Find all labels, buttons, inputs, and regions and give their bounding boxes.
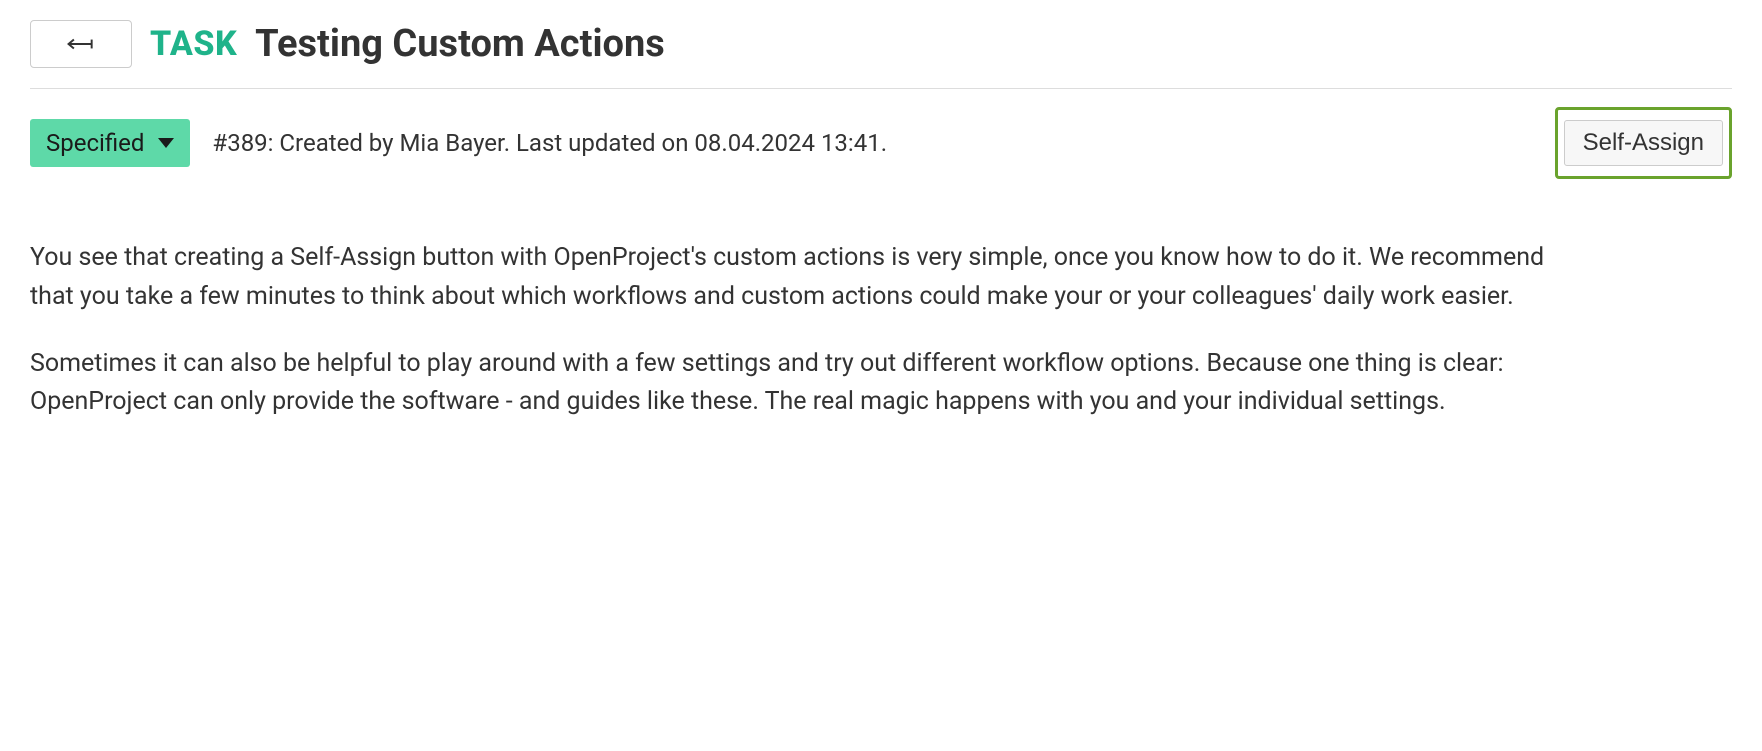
status-label: Specified xyxy=(46,129,144,157)
self-assign-highlight: Self-Assign xyxy=(1555,107,1732,179)
work-package-type-label: TASK xyxy=(150,24,237,64)
back-button[interactable] xyxy=(30,20,132,68)
description-paragraph: You see that creating a Self-Assign butt… xyxy=(30,239,1550,317)
meta-row: Specified #389: Created by Mia Bayer. La… xyxy=(30,107,1732,179)
divider xyxy=(30,88,1732,89)
self-assign-button[interactable]: Self-Assign xyxy=(1564,120,1723,166)
page-title: Testing Custom Actions xyxy=(255,22,665,66)
caret-down-icon xyxy=(158,138,174,148)
description-section: You see that creating a Self-Assign butt… xyxy=(30,239,1550,422)
back-arrow-icon xyxy=(65,35,97,53)
header-row: TASK Testing Custom Actions xyxy=(30,20,1732,68)
meta-info-text: #389: Created by Mia Bayer. Last updated… xyxy=(212,129,1532,157)
description-paragraph: Sometimes it can also be helpful to play… xyxy=(30,345,1550,423)
status-dropdown[interactable]: Specified xyxy=(30,119,190,167)
